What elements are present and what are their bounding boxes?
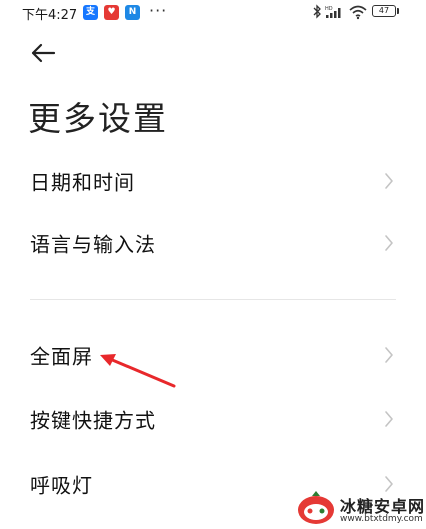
settings-item-label: 呼吸灯 — [30, 473, 93, 498]
settings-item-date-time[interactable]: 日期和时间 — [0, 151, 426, 211]
status-bar: 下午4:27 支 ♥ N ··· HD 47 — [0, 0, 426, 26]
svg-text:HD: HD — [325, 6, 333, 12]
bluetooth-icon — [313, 4, 321, 19]
watermark-logo-icon — [298, 491, 334, 524]
page-title: 更多设置 — [28, 99, 168, 138]
section-divider — [30, 299, 396, 300]
more-notifications-icon: ··· — [149, 1, 168, 20]
heart-app-icon: ♥ — [104, 5, 119, 20]
alipay-icon: 支 — [83, 5, 98, 20]
signal-icon: HD — [325, 6, 341, 18]
battery-icon: 47 — [372, 5, 396, 17]
n-app-icon: N — [125, 5, 140, 20]
watermark-url: www.btxtdmy.com — [340, 514, 423, 524]
settings-item-button-shortcuts[interactable]: 按键快捷方式 — [0, 389, 426, 449]
settings-item-label: 语言与输入法 — [30, 232, 156, 257]
settings-item-label: 全面屏 — [30, 344, 93, 369]
annotation-arrow — [100, 354, 176, 388]
battery-level: 47 — [378, 6, 390, 15]
settings-item-label: 日期和时间 — [30, 170, 135, 195]
chevron-right-icon — [385, 411, 393, 427]
settings-item-full-screen[interactable]: 全面屏 — [0, 325, 426, 385]
battery-tip — [397, 8, 399, 14]
settings-item-label: 按键快捷方式 — [30, 408, 156, 433]
settings-item-language-input[interactable]: 语言与输入法 — [0, 213, 426, 273]
back-arrow-icon[interactable] — [30, 42, 56, 64]
chevron-right-icon — [385, 173, 393, 189]
chevron-right-icon — [385, 347, 393, 363]
chevron-right-icon — [385, 235, 393, 251]
watermark: 冰糖安卓网 www.btxtdmy.com — [294, 488, 426, 529]
wifi-icon — [349, 5, 367, 20]
status-time: 下午4:27 — [22, 8, 78, 23]
